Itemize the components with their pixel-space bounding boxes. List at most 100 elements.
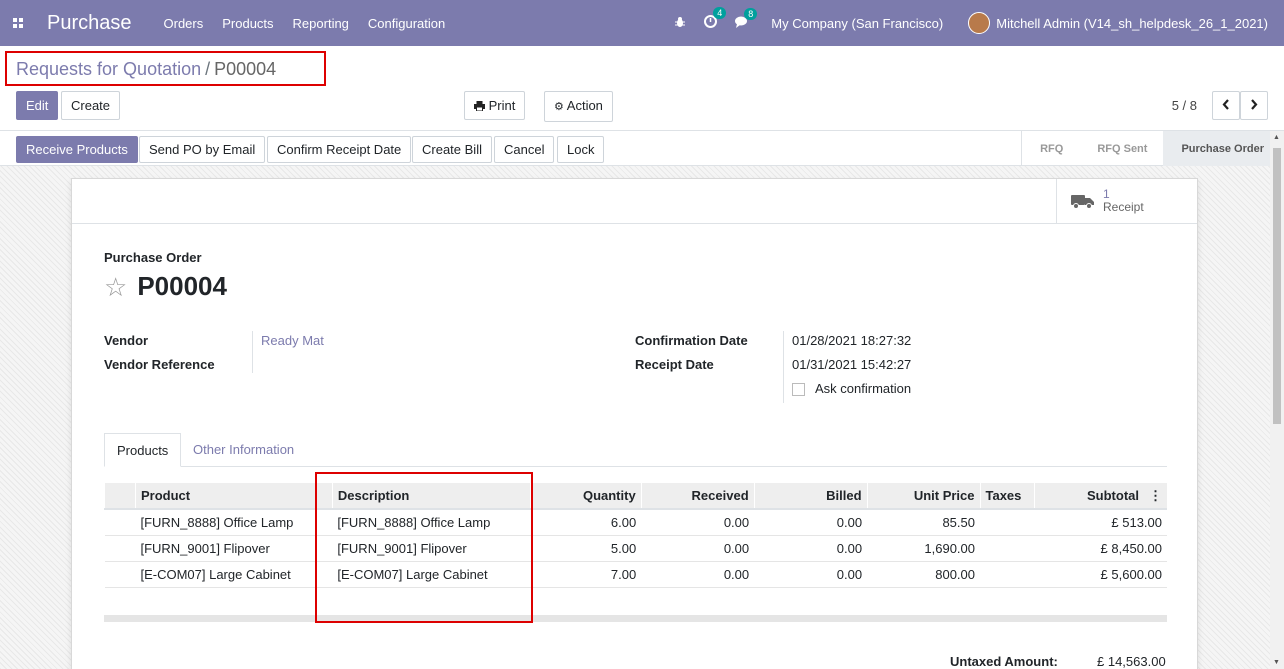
cell-billed[interactable]: 0.00 bbox=[754, 561, 868, 588]
cell-taxes[interactable] bbox=[980, 535, 1035, 562]
stage-purchase-order: Purchase Order bbox=[1163, 131, 1284, 166]
cell-product[interactable]: [FURN_8888] Office Lamp bbox=[135, 509, 333, 536]
print-icon bbox=[474, 101, 485, 112]
receipt-label: Receipt bbox=[1103, 200, 1144, 214]
page-scrollbar[interactable]: ▲ ▼ bbox=[1270, 131, 1284, 669]
column-header-billed[interactable]: Billed bbox=[753, 483, 868, 510]
cell-quantity[interactable]: 5.00 bbox=[530, 535, 642, 562]
pager-previous-button[interactable] bbox=[1212, 91, 1240, 120]
cell-subtotal: £ 513.00 bbox=[1034, 509, 1167, 536]
untaxed-amount-value: £ 14,563.00 bbox=[1097, 654, 1166, 669]
column-header-received[interactable]: Received bbox=[640, 483, 755, 510]
menu-orders[interactable]: Orders bbox=[164, 16, 204, 31]
cell-description[interactable]: [E-COM07] Large Cabinet bbox=[332, 561, 531, 588]
cell-billed[interactable]: 0.00 bbox=[754, 535, 868, 562]
stage-rfq-sent[interactable]: RFQ Sent bbox=[1079, 131, 1163, 166]
scroll-up-arrow-icon[interactable]: ▲ bbox=[1273, 134, 1280, 141]
table-header-row: Product Description Quantity Received Bi… bbox=[104, 483, 1167, 510]
debug-bug-icon[interactable] bbox=[674, 16, 686, 31]
pager-next-button[interactable] bbox=[1240, 91, 1268, 120]
user-avatar[interactable] bbox=[968, 12, 991, 34]
column-header-quantity[interactable]: Quantity bbox=[529, 483, 642, 510]
ask-confirmation-checkbox[interactable] bbox=[792, 383, 805, 396]
field-separator bbox=[783, 331, 784, 403]
company-switcher[interactable]: My Company (San Francisco) bbox=[771, 16, 943, 31]
cell-product[interactable]: [E-COM07] Large Cabinet bbox=[135, 561, 333, 588]
chevron-right-icon bbox=[1251, 99, 1258, 110]
form-sheet: 1 Receipt Purchase Order ☆ P00004 Vendor… bbox=[71, 178, 1198, 669]
menu-reporting[interactable]: Reporting bbox=[293, 16, 349, 31]
optional-columns-icon[interactable]: ⋮ bbox=[1149, 488, 1162, 503]
confirmation-date-value: 01/28/2021 18:27:32 bbox=[792, 333, 912, 348]
cell-received[interactable]: 0.00 bbox=[641, 561, 755, 588]
statusbar: Receive Products Send PO by Email Confir… bbox=[0, 131, 1284, 166]
cell-product[interactable]: [FURN_9001] Flipover bbox=[135, 535, 333, 562]
cell-received[interactable]: 0.00 bbox=[641, 535, 755, 562]
menu-configuration[interactable]: Configuration bbox=[368, 16, 445, 31]
top-navbar: Purchase Orders Products Reporting Confi… bbox=[0, 0, 1284, 46]
table-row[interactable]: [E-COM07] Large Cabinet [E-COM07] Large … bbox=[104, 561, 1167, 588]
user-menu[interactable]: Mitchell Admin (V14_sh_helpdesk_26_1_202… bbox=[996, 16, 1268, 31]
breadcrumb-current: P00004 bbox=[214, 59, 277, 79]
column-header-taxes[interactable]: Taxes bbox=[979, 483, 1035, 510]
column-header-description[interactable]: Description bbox=[331, 483, 531, 510]
apps-menu-icon[interactable] bbox=[0, 0, 36, 46]
column-header-product[interactable]: Product bbox=[134, 483, 333, 510]
cell-received[interactable]: 0.00 bbox=[641, 509, 755, 536]
action-button[interactable]: ⚙ Action bbox=[544, 91, 613, 122]
receipt-date-value: 01/31/2021 15:42:27 bbox=[792, 357, 912, 372]
cell-taxes[interactable] bbox=[980, 561, 1035, 588]
edit-button[interactable]: Edit bbox=[16, 91, 59, 120]
vendor-label: Vendor bbox=[104, 333, 149, 348]
cell-unit-price[interactable]: 1,690.00 bbox=[867, 535, 980, 562]
order-lines-table: Product Description Quantity Received Bi… bbox=[104, 483, 1167, 613]
cell-description[interactable]: [FURN_9001] Flipover bbox=[332, 535, 531, 562]
app-name[interactable]: Purchase bbox=[47, 12, 132, 35]
cell-quantity[interactable]: 6.00 bbox=[530, 509, 642, 536]
truck-icon bbox=[1071, 195, 1094, 209]
receipt-smart-button[interactable]: 1 Receipt bbox=[1056, 179, 1197, 223]
scrollbar-thumb[interactable] bbox=[1273, 148, 1281, 424]
cell-subtotal: £ 5,600.00 bbox=[1034, 561, 1167, 588]
menu-products[interactable]: Products bbox=[222, 16, 273, 31]
cell-quantity[interactable]: 7.00 bbox=[530, 561, 642, 588]
field-separator bbox=[252, 331, 253, 373]
tab-other-information[interactable]: Other Information bbox=[181, 433, 306, 467]
table-row[interactable]: [FURN_9001] Flipover [FURN_9001] Flipove… bbox=[104, 535, 1167, 562]
receipt-date-label: Receipt Date bbox=[635, 357, 714, 372]
send-po-email-button[interactable]: Send PO by Email bbox=[139, 136, 266, 163]
vendor-value[interactable]: Ready Mat bbox=[261, 333, 324, 348]
print-label: Print bbox=[488, 98, 516, 113]
stage-rfq[interactable]: RFQ bbox=[1022, 131, 1079, 166]
column-header-unit-price[interactable]: Unit Price bbox=[866, 483, 980, 510]
chevron-left-icon bbox=[1222, 99, 1229, 110]
tab-products[interactable]: Products bbox=[104, 433, 182, 467]
cell-unit-price[interactable]: 800.00 bbox=[867, 561, 980, 588]
lock-button[interactable]: Lock bbox=[557, 136, 605, 163]
activity-clock-icon[interactable]: 4 bbox=[704, 7, 727, 31]
confirm-receipt-date-button[interactable]: Confirm Receipt Date bbox=[267, 136, 412, 163]
status-stages: RFQ RFQ Sent Purchase Order bbox=[1021, 131, 1284, 166]
untaxed-amount-label: Untaxed Amount: bbox=[950, 654, 1058, 669]
pager-buttons bbox=[1212, 91, 1268, 120]
cell-taxes[interactable] bbox=[980, 509, 1035, 536]
star-icon[interactable]: ☆ bbox=[104, 274, 127, 300]
cell-description[interactable]: [FURN_8888] Office Lamp bbox=[332, 509, 531, 536]
sheet-header-divider bbox=[72, 223, 1197, 224]
messages-icon[interactable]: 8 bbox=[735, 7, 758, 31]
pager-value[interactable]: 5 / 8 bbox=[1172, 98, 1197, 113]
cell-unit-price[interactable]: 85.50 bbox=[867, 509, 980, 536]
create-bill-button[interactable]: Create Bill bbox=[412, 136, 492, 163]
scroll-down-arrow-icon[interactable]: ▼ bbox=[1273, 659, 1280, 666]
create-button[interactable]: Create bbox=[61, 91, 121, 120]
column-header-subtotal[interactable]: Subtotal ⋮ bbox=[1034, 483, 1167, 510]
receive-products-button[interactable]: Receive Products bbox=[16, 136, 138, 163]
table-row[interactable]: [FURN_8888] Office Lamp [FURN_8888] Offi… bbox=[104, 509, 1167, 536]
notebook-tabs: Products Other Information bbox=[104, 433, 1167, 467]
breadcrumb-separator: / bbox=[205, 59, 211, 79]
cancel-button[interactable]: Cancel bbox=[494, 136, 555, 163]
cell-billed[interactable]: 0.00 bbox=[754, 509, 868, 536]
ask-confirmation-label: Ask confirmation bbox=[815, 381, 912, 396]
print-button[interactable]: Print bbox=[464, 91, 526, 120]
breadcrumb-parent[interactable]: Requests for Quotation bbox=[16, 59, 201, 79]
